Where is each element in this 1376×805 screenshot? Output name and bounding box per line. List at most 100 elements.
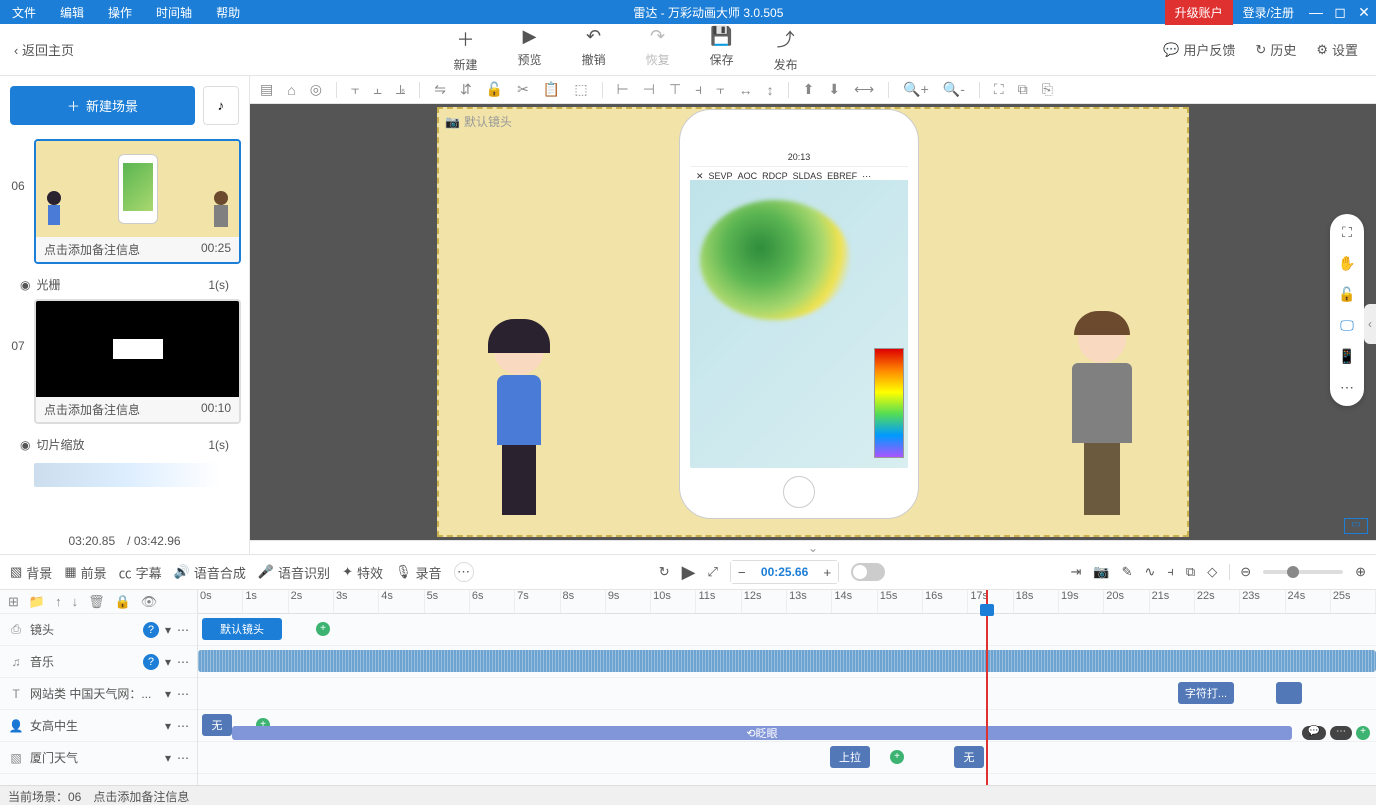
panel-expand-icon[interactable]: ‹ — [1364, 304, 1376, 344]
typing-clip[interactable]: 字符打... — [1178, 682, 1234, 704]
foreground-button[interactable]: ▦前景 — [64, 563, 106, 582]
effect-button[interactable]: ✦特效 — [342, 563, 383, 582]
time-minus-button[interactable]: − — [731, 561, 753, 583]
trash-icon[interactable]: 🗑 — [88, 594, 105, 610]
zoom-out-timeline[interactable]: ⊖ — [1229, 564, 1251, 580]
add-icon[interactable]: + — [1356, 726, 1370, 740]
chat-icon[interactable]: 💬 — [1302, 726, 1326, 740]
spacing-icon[interactable]: ⟷ — [854, 81, 874, 98]
playhead[interactable] — [986, 590, 988, 785]
home-icon[interactable]: ⌂ — [287, 82, 295, 98]
subtitle-button[interactable]: ㏄字幕 — [119, 563, 162, 582]
help-icon[interactable]: ? — [143, 654, 159, 670]
mobile-icon[interactable]: 📱 — [1338, 348, 1355, 365]
copy-icon[interactable]: ⧉ — [1018, 81, 1028, 98]
chevron-down-icon[interactable]: ▾ — [165, 719, 171, 733]
distribute-h-icon[interactable]: ⫞ — [695, 81, 702, 98]
flip-v-icon[interactable]: ⇵ — [460, 81, 472, 98]
chevron-down-icon[interactable]: ▾ — [165, 751, 171, 765]
spacing-v-icon[interactable]: ↕ — [767, 82, 774, 98]
character-man[interactable] — [1057, 315, 1147, 525]
link-icon[interactable]: ⧉ — [1186, 564, 1195, 580]
camera-clip[interactable]: 默认镜头 — [202, 618, 282, 640]
lock-icon[interactable]: 🔓 — [1338, 286, 1355, 303]
add-keyframe-button[interactable]: + — [890, 750, 904, 764]
feedback-button[interactable]: 💬用户反馈 — [1163, 40, 1235, 59]
track-head-music[interactable]: ♫音乐?▾⋯ — [0, 646, 197, 678]
preview-button[interactable]: ▶预览 — [518, 26, 542, 73]
back-home-button[interactable]: ‹ 返回主页 — [0, 40, 88, 59]
paste-icon[interactable]: ⎘ — [1042, 81, 1053, 98]
zoom-in-icon[interactable]: 🔍+ — [903, 81, 929, 98]
align-top-icon[interactable]: ⫟ — [351, 81, 359, 98]
chevron-down-icon[interactable]: ▾ — [165, 687, 171, 701]
phone-element[interactable]: 20:13 ✕ SEVP_AOC_RDCP_SLDAS_EBREF ⋯ 2019… — [679, 109, 919, 519]
fullscreen-icon[interactable]: ⛶ — [1342, 224, 1352, 241]
camera-track[interactable]: 默认镜头 + — [198, 614, 1376, 646]
stage[interactable]: 📷 默认镜头 20:13 ✕ SEVP_AOC_RDCP_SLDAS_EBREF… — [437, 107, 1189, 537]
text-track[interactable]: 字符打... — [198, 678, 1376, 710]
menu-file[interactable]: 文件 — [0, 0, 48, 25]
layers-icon[interactable]: ▤ — [260, 81, 273, 98]
effect-name[interactable]: 切片缩放 — [36, 436, 84, 453]
more-icon[interactable]: ⋯ — [1330, 726, 1352, 740]
none-clip[interactable]: 无 — [202, 714, 232, 736]
background-button[interactable]: ▧背景 — [10, 563, 52, 582]
down-icon[interactable]: ↓ — [72, 594, 79, 609]
help-icon[interactable]: ? — [143, 622, 159, 638]
save-button[interactable]: 💾保存 — [710, 26, 734, 73]
character-track[interactable]: 无 + ⟲ 眨眼 💬 ⋯ + — [198, 710, 1376, 742]
up-icon[interactable]: ↑ — [55, 594, 62, 609]
send-back-icon[interactable]: ⬇ — [828, 81, 840, 98]
align-right-icon[interactable]: ⊤ — [669, 81, 681, 98]
folder-icon[interactable]: 📁 — [29, 594, 45, 610]
login-button[interactable]: 登录/注册 — [1233, 0, 1304, 25]
redo-button[interactable]: ↷恢复 — [646, 26, 670, 73]
lock-icon[interactable]: 🔓 — [486, 81, 503, 98]
wave-icon[interactable]: ∿ — [1144, 564, 1155, 580]
timeline-ruler[interactable]: 0s1s2s3s4s5s6s7s8s9s10s11s12s13s14s15s16… — [198, 590, 1376, 614]
track-head-text[interactable]: T网站类 中国天气网：...▾⋯ — [0, 678, 197, 710]
snap-toggle[interactable] — [851, 563, 885, 581]
effect-name[interactable]: 光栅 — [36, 276, 60, 293]
settings-button[interactable]: ⚙设置 — [1316, 40, 1358, 59]
bring-front-icon[interactable]: ⬆ — [803, 81, 815, 98]
music-track[interactable] — [198, 646, 1376, 678]
visibility-icon[interactable]: 👁 — [141, 594, 158, 610]
music-button[interactable]: ♪ — [203, 86, 239, 125]
align-bottom-icon[interactable]: ⫡ — [396, 81, 405, 98]
minimize-button[interactable]: — — [1304, 4, 1328, 20]
more-icon[interactable]: ⋯ — [177, 623, 189, 637]
menu-edit[interactable]: 编辑 — [48, 0, 96, 25]
play-effect-icon[interactable]: ◉ — [20, 438, 30, 452]
chevron-down-icon[interactable]: ▾ — [165, 623, 171, 637]
more-icon[interactable]: ⋯ — [177, 719, 189, 733]
record-button[interactable]: 🎙录音 — [395, 563, 442, 582]
zoom-out-icon[interactable]: 🔍- — [943, 81, 965, 98]
pullup-clip[interactable]: 上拉 — [830, 746, 870, 768]
scene-card-06[interactable]: 点击添加备注信息 00:25 — [34, 139, 241, 264]
target-icon[interactable]: ◎ — [310, 81, 322, 98]
play-button[interactable]: ▶ — [682, 562, 696, 583]
time-plus-button[interactable]: + — [816, 561, 838, 583]
history-button[interactable]: ↻历史 — [1255, 40, 1296, 59]
canvas-area[interactable]: 📷 默认镜头 20:13 ✕ SEVP_AOC_RDCP_SLDAS_EBREF… — [250, 104, 1376, 540]
new-button[interactable]: ＋新建 — [454, 26, 478, 73]
scene-note[interactable]: 点击添加备注信息 — [44, 401, 140, 418]
character-girl[interactable] — [479, 325, 559, 525]
align-middle-icon[interactable]: ⫠ — [373, 81, 381, 98]
play-effect-icon[interactable]: ◉ — [20, 278, 30, 292]
align-center-icon[interactable]: ⊣ — [643, 81, 655, 98]
menu-operate[interactable]: 操作 — [96, 0, 144, 25]
crop-icon[interactable]: ⬚ — [574, 81, 587, 98]
collapse-canvas-button[interactable]: ⌄ — [250, 540, 1376, 554]
tts-button[interactable]: 🔊语音合成 — [174, 563, 246, 582]
track-head-camera[interactable]: ⎙镜头?▾⋯ — [0, 614, 197, 646]
more-button[interactable]: ⋯ — [454, 562, 474, 582]
maximize-button[interactable]: ◻ — [1328, 4, 1352, 21]
lock-track-icon[interactable]: 🔒 — [115, 594, 131, 610]
filter-icon[interactable]: ⫞ — [1167, 564, 1174, 580]
close-button[interactable]: ✕ — [1352, 4, 1376, 21]
audio-clip[interactable] — [198, 650, 1376, 672]
more-icon[interactable]: ⋯ — [177, 687, 189, 701]
